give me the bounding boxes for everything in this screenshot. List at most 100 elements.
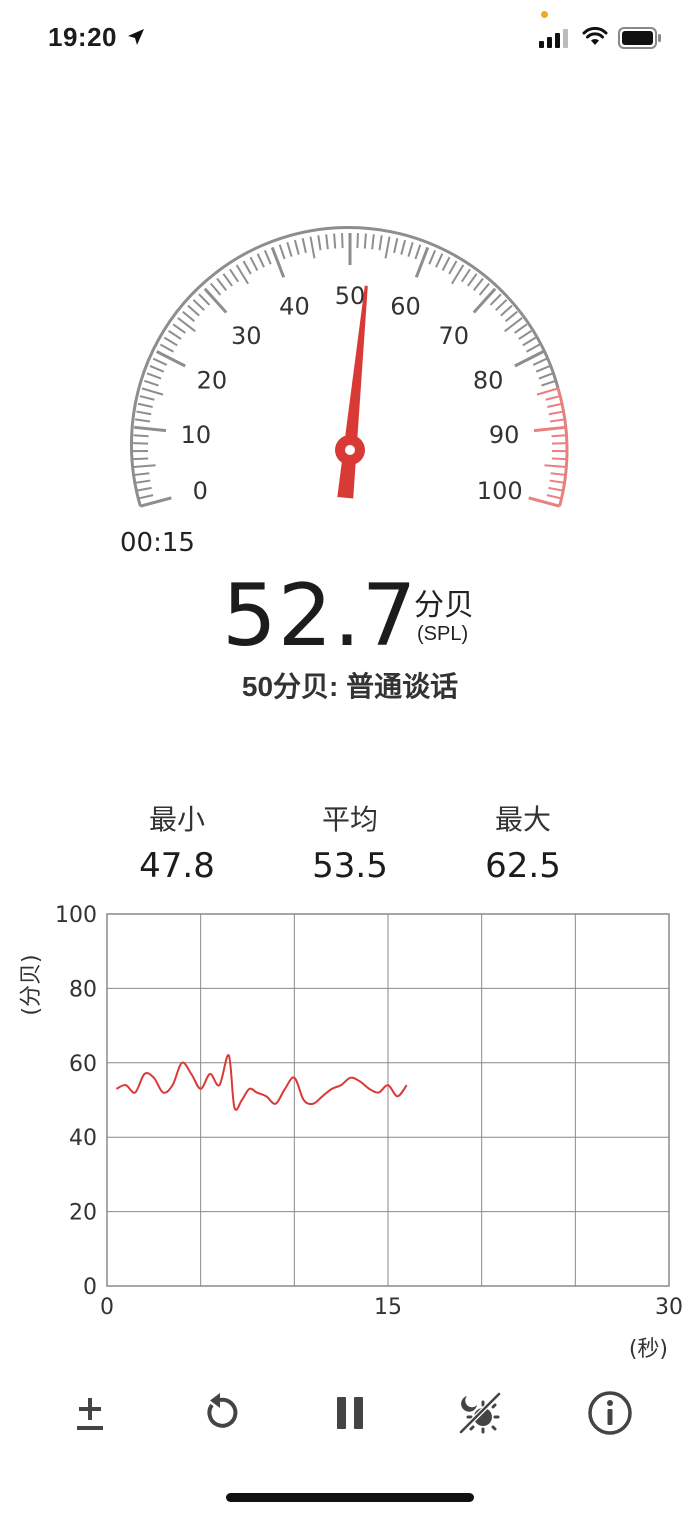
- chart-x-tick: 0: [100, 1295, 114, 1320]
- gauge-scale-label: 100: [477, 477, 523, 505]
- chart-y-tick: 80: [69, 977, 97, 1002]
- gauge-tick: [198, 293, 211, 306]
- chart-x-tick: 30: [655, 1295, 683, 1320]
- reset-icon[interactable]: [195, 1388, 245, 1438]
- gauge-tick: [528, 496, 560, 508]
- stat-avg-value: 53.5: [312, 846, 388, 886]
- gauge-tick: [551, 434, 567, 438]
- gauge-tick: [256, 253, 265, 268]
- gauge-needle: [335, 285, 368, 499]
- stat-min: 最小 47.8: [97, 798, 257, 886]
- gauge-tick: [414, 244, 422, 260]
- gauge-tick: [155, 350, 186, 368]
- gauge-tick: [549, 418, 565, 423]
- gauge-tick: [146, 372, 162, 380]
- gauge-tick: [192, 299, 205, 311]
- chart-y-tick: 60: [69, 1052, 97, 1077]
- gauge-tick: [371, 234, 375, 250]
- gauge-tick: [548, 486, 564, 492]
- gauge-tick: [159, 343, 174, 353]
- gauge-tick: [522, 336, 537, 347]
- gauge-needle-body: [337, 285, 368, 499]
- gauge-tick: [400, 239, 407, 255]
- stat-avg-label: 平均: [321, 804, 378, 835]
- gauge-tick: [514, 350, 545, 368]
- gauge-tick: [538, 372, 554, 380]
- stat-max: 最大 62.5: [443, 798, 603, 886]
- pause-icon[interactable]: [325, 1388, 375, 1438]
- gauge-tick: [149, 364, 165, 373]
- gauge-tick: [341, 233, 344, 249]
- sound-history-chart: (分贝) (秒) 0 20 40 60 80 100 0 15 30: [19, 903, 683, 1362]
- gauge-tick: [532, 357, 548, 366]
- gauge-tick: [229, 268, 240, 283]
- gauge-tick: [500, 304, 513, 317]
- gauge-tick: [293, 239, 300, 255]
- gauge-tick: [333, 233, 337, 249]
- gauge-tick: [505, 310, 518, 323]
- gauge-tick: [133, 434, 149, 438]
- gauge-tick: [172, 323, 186, 334]
- gauge-tick: [317, 235, 322, 251]
- gauge-tick: [325, 234, 329, 250]
- gauge-tick: [136, 410, 152, 416]
- gauge-tick: [550, 472, 566, 476]
- theme-toggle-icon[interactable]: [455, 1388, 505, 1438]
- level-description: 50分贝: 普通谈话: [241, 671, 459, 702]
- gauge-scale-label: 70: [438, 322, 469, 350]
- current-db-value: 52.7: [222, 566, 418, 666]
- gauge-tick: [544, 464, 567, 469]
- gauge-tick: [545, 395, 561, 401]
- stat-max-value: 62.5: [485, 846, 561, 886]
- gauge-scale-label: 60: [390, 292, 421, 320]
- gauge-tick: [141, 387, 164, 396]
- gauge-tick: [518, 330, 532, 340]
- stat-min-value: 47.8: [139, 846, 215, 886]
- gauge-tick: [137, 402, 153, 408]
- gauge-tick: [139, 395, 155, 401]
- chart-y-tick: 0: [83, 1275, 97, 1300]
- gauge-tick: [301, 238, 307, 254]
- gauge-tick: [135, 418, 151, 423]
- gauge-arc-danger: [556, 387, 569, 507]
- gauge-tick: [187, 304, 200, 317]
- chart-y-tick: 20: [69, 1201, 97, 1226]
- gauge-tick: [216, 277, 227, 292]
- gauge-tick: [133, 464, 156, 469]
- gauge-tick: [263, 250, 272, 265]
- gauge-scale-label: 30: [231, 322, 262, 350]
- db-unit-spl: (SPL): [417, 623, 469, 645]
- gauge-tick: [393, 238, 399, 254]
- gauge-tick: [140, 496, 172, 508]
- info-icon[interactable]: [585, 1388, 635, 1438]
- gauge-tick: [168, 330, 182, 340]
- chart-x-label: (秒): [629, 1337, 668, 1362]
- gauge-tick: [473, 277, 484, 292]
- gauge-tick: [541, 379, 556, 387]
- chart-x-tick: 15: [374, 1295, 402, 1320]
- gauge-tick: [222, 273, 233, 287]
- gauge-tick: [435, 253, 444, 268]
- chart-y-tick: 100: [55, 903, 97, 928]
- gauge-tick: [548, 410, 564, 416]
- gauge-scale-label: 20: [197, 367, 228, 395]
- home-indicator[interactable]: [226, 1493, 474, 1502]
- gauge-tick: [152, 357, 168, 366]
- plus-minus-icon[interactable]: [65, 1388, 115, 1438]
- gauge-tick: [378, 235, 383, 251]
- gauge-tick: [384, 236, 391, 259]
- gauge-scale-label: 0: [193, 477, 208, 505]
- gauge-tick: [133, 457, 149, 461]
- gauge-tick: [460, 268, 471, 283]
- gauge-tick: [144, 379, 159, 387]
- stat-min-label: 最小: [148, 804, 205, 835]
- db-unit: 分贝: [414, 589, 474, 622]
- stat-avg: 平均 53.5: [270, 798, 430, 886]
- gauge-tick: [363, 233, 367, 249]
- gauge-tick: [203, 287, 228, 314]
- gauge-scale-label: 50: [335, 282, 366, 310]
- gauge-tick: [535, 364, 551, 373]
- stat-max-label: 最大: [494, 804, 551, 835]
- gauge-tick: [138, 494, 154, 500]
- gauge-tick: [547, 402, 563, 408]
